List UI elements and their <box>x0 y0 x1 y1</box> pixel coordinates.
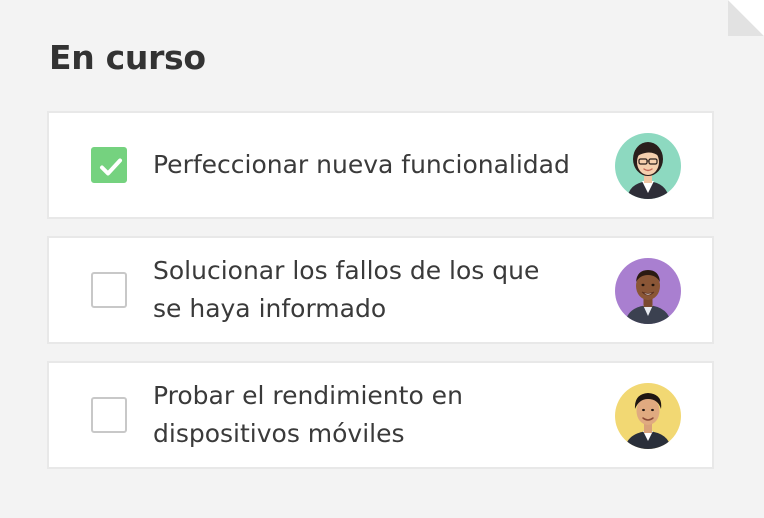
assignee-avatar[interactable] <box>615 133 681 199</box>
task-checkbox[interactable] <box>91 147 127 183</box>
task-label: Solucionar los fallos de los que se haya… <box>153 256 540 323</box>
task-card: Perfeccionar nueva funcionalidad <box>47 111 714 219</box>
section-title: En curso <box>49 38 206 77</box>
task-label: Perfeccionar nueva funcionalidad <box>153 150 570 179</box>
assignee-avatar[interactable] <box>615 383 681 449</box>
checkmark-icon <box>100 158 122 176</box>
page-corner-fold-icon <box>728 0 764 36</box>
task-card: Solucionar los fallos de los que se haya… <box>47 236 714 344</box>
task-card: Probar el rendimiento en dispositivos mó… <box>47 361 714 469</box>
task-checkbox[interactable] <box>91 397 127 433</box>
assignee-avatar[interactable] <box>615 258 681 324</box>
task-label: Probar el rendimiento en dispositivos mó… <box>153 381 463 448</box>
task-checkbox[interactable] <box>91 272 127 308</box>
